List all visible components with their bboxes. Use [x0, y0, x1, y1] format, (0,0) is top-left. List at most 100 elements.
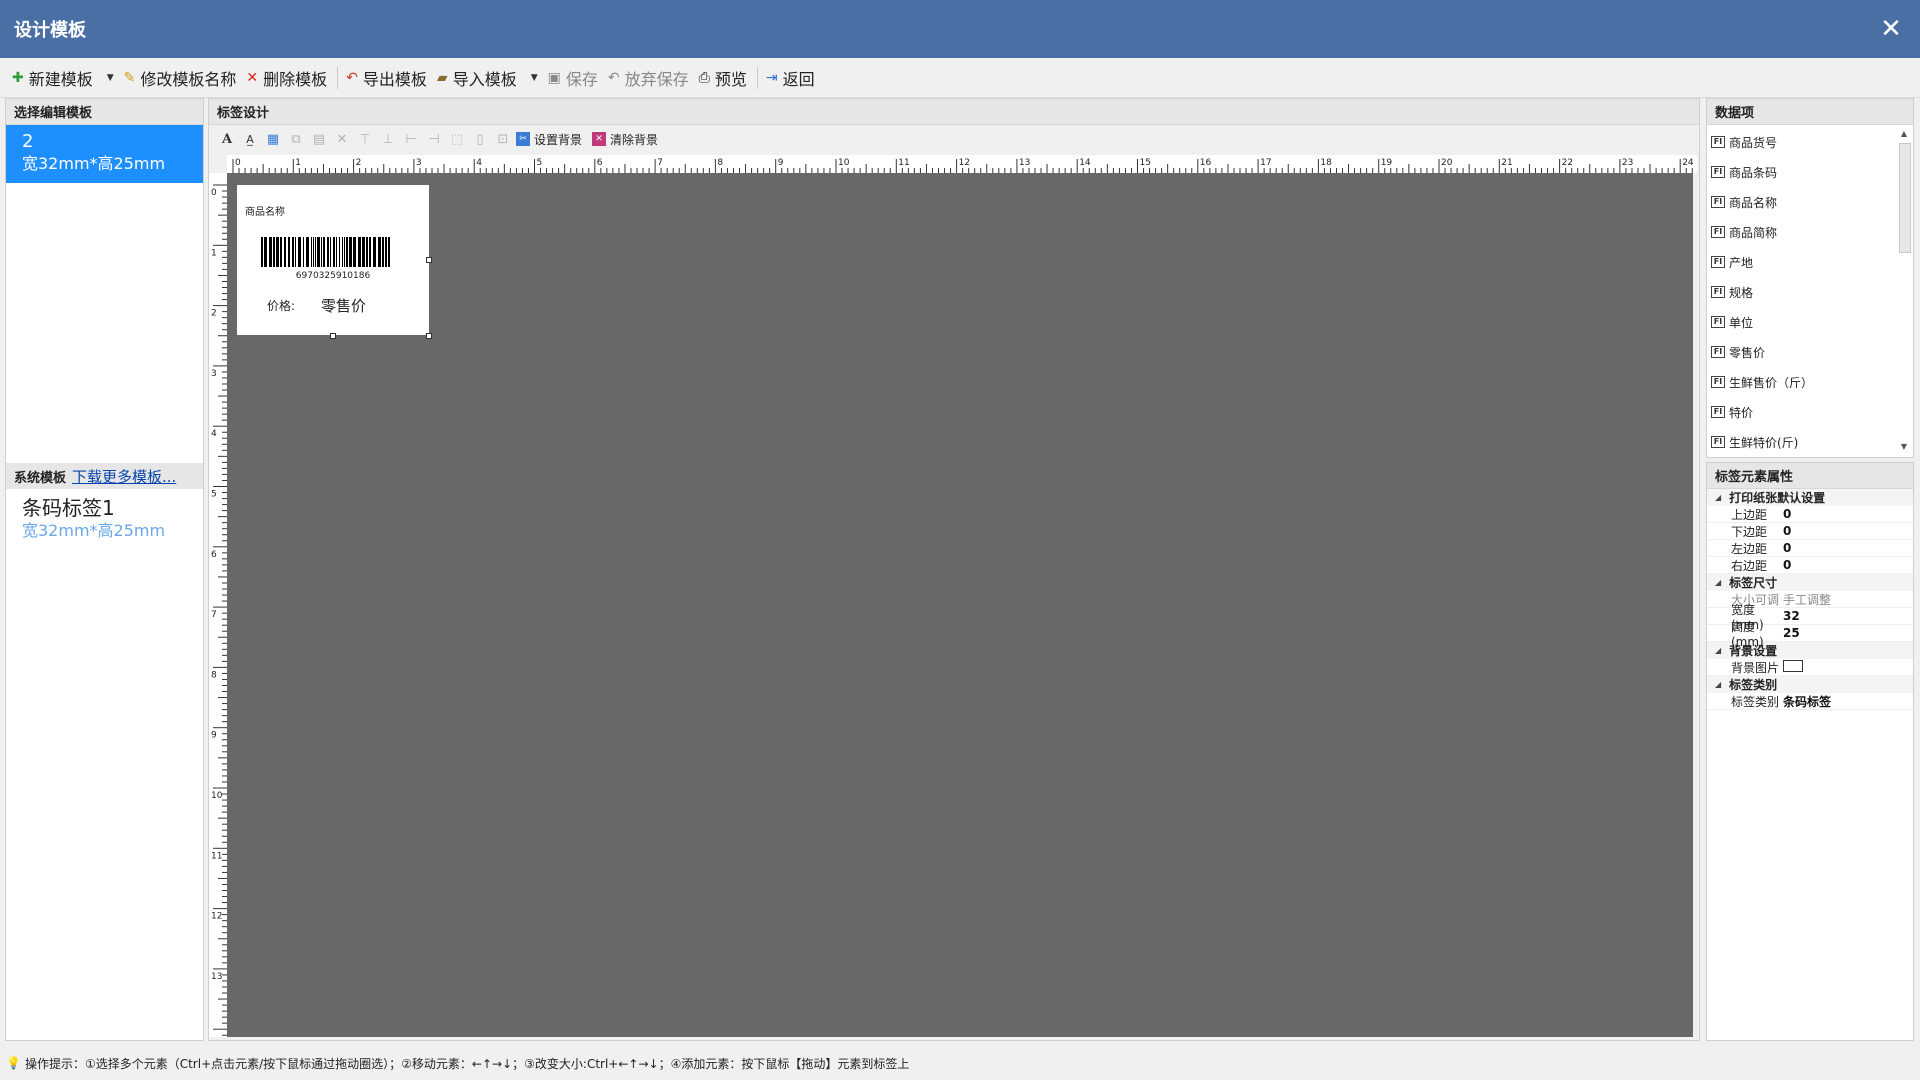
text-style-icon[interactable]: A̲: [240, 129, 260, 149]
collapse-icon[interactable]: ◢: [1715, 578, 1721, 587]
copy-icon[interactable]: ⧉: [286, 129, 306, 149]
label-price-value[interactable]: 零售价: [321, 295, 366, 316]
prop-value[interactable]: 0: [1783, 558, 1913, 572]
same-height-icon[interactable]: ▯: [470, 129, 490, 149]
resize-handle-corner[interactable]: [426, 333, 432, 339]
data-item[interactable]: FI 单位: [1707, 307, 1897, 337]
prop-group-size-label: 标签尺寸: [1729, 576, 1778, 590]
barcode-bar: [284, 237, 286, 267]
prop-group-type[interactable]: ◢ 标签类别: [1707, 676, 1913, 693]
image-tool-icon[interactable]: ▦: [263, 129, 283, 149]
data-item-label: 产地: [1729, 255, 1754, 270]
clear-background-icon: ✕: [592, 132, 607, 146]
collapse-icon[interactable]: ◢: [1715, 493, 1721, 502]
prop-label-type[interactable]: 标签类别 条码标签: [1707, 693, 1913, 710]
data-item[interactable]: FI 零售价: [1707, 337, 1897, 367]
close-icon[interactable]: ✕: [1872, 10, 1910, 48]
prop-value[interactable]: 0: [1783, 507, 1913, 521]
ruler-label: 4: [476, 158, 482, 168]
data-item[interactable]: FI 生鲜售价（斤）: [1707, 367, 1897, 397]
prop-group-paper[interactable]: ◢ 打印纸张默认设置: [1707, 489, 1913, 506]
data-item-label: 生鲜特价(斤): [1729, 435, 1799, 450]
prop-group-size[interactable]: ◢ 标签尺寸: [1707, 574, 1913, 591]
prop-value[interactable]: 25: [1783, 626, 1913, 640]
collapse-icon[interactable]: ◢: [1715, 680, 1721, 689]
barcode-bar: [292, 237, 294, 267]
text-tool-icon[interactable]: A: [217, 129, 237, 149]
scroll-thumb[interactable]: [1899, 143, 1911, 253]
new-template-button[interactable]: ✚ 新建模板: [12, 66, 93, 90]
undo-icon: ↶: [607, 69, 620, 86]
prop-background-image[interactable]: 背景图片: [1707, 659, 1913, 676]
data-item-label: 商品货号: [1729, 135, 1778, 150]
prop-value[interactable]: 条码标签: [1783, 693, 1913, 710]
prop-key: 左边距: [1731, 541, 1768, 556]
return-button[interactable]: ⇥ 返回: [766, 66, 815, 90]
discard-save-button[interactable]: ↶ 放弃保存: [608, 66, 689, 90]
ruler-label: 10: [211, 791, 223, 801]
data-item[interactable]: FI 商品简称: [1707, 217, 1897, 247]
delete-template-button[interactable]: ✕ 删除模板: [246, 66, 327, 90]
label-price-caption[interactable]: 价格:: [267, 297, 295, 314]
data-item[interactable]: FI 规格: [1707, 277, 1897, 307]
field-icon: FI: [1711, 136, 1725, 148]
prop-value[interactable]: 手工调整: [1783, 591, 1913, 608]
scroll-down-icon[interactable]: ▼: [1897, 442, 1911, 454]
align-left-icon[interactable]: ⊢: [401, 129, 421, 149]
resize-handle-right[interactable]: [426, 257, 432, 263]
prop-value[interactable]: 32: [1783, 609, 1913, 623]
clear-background-button[interactable]: ✕ 清除背景: [592, 131, 658, 148]
data-item[interactable]: FI 商品条码: [1707, 157, 1897, 187]
data-item[interactable]: FI 特价: [1707, 397, 1897, 427]
same-size-icon[interactable]: ⊡: [493, 129, 513, 149]
paste-icon[interactable]: ▤: [309, 129, 329, 149]
prop-top-margin[interactable]: 上边距 0: [1707, 506, 1913, 523]
design-canvas[interactable]: 商品名称 6970325910186 价格: 零售价: [227, 173, 1693, 1037]
align-bottom-icon[interactable]: ⊥: [378, 129, 398, 149]
prop-right-margin[interactable]: 右边距 0: [1707, 557, 1913, 574]
label-preview[interactable]: 商品名称 6970325910186 价格: 零售价: [237, 185, 432, 339]
prop-bottom-margin[interactable]: 下边距 0: [1707, 523, 1913, 540]
save-button[interactable]: ▣ 保存: [548, 66, 598, 90]
download-more-templates-link[interactable]: 下载更多模板...: [72, 466, 176, 487]
delete-element-icon[interactable]: ✕: [332, 129, 352, 149]
ruler-label: 23: [1622, 158, 1633, 168]
import-template-button[interactable]: ▰ 导入模板: [437, 66, 517, 90]
label-product-name[interactable]: 商品名称: [245, 203, 285, 218]
barcode-bar: [382, 237, 384, 267]
data-item[interactable]: FI 产地: [1707, 247, 1897, 277]
main-toolbar: ✚ 新建模板 ▼ ✎ 修改模板名称 ✕ 删除模板 ↶ 导出模板 ▰ 导入模板 ▼…: [0, 58, 1920, 98]
import-dropdown-arrow-icon[interactable]: ▼: [531, 73, 538, 83]
prop-left-margin[interactable]: 左边距 0: [1707, 540, 1913, 557]
resize-handle-bottom[interactable]: [330, 333, 336, 339]
background-image-swatch[interactable]: [1783, 659, 1803, 672]
rename-template-button[interactable]: ✎ 修改模板名称: [124, 66, 237, 90]
barcode-bar: [388, 237, 390, 267]
ruler-label: 2: [356, 158, 362, 168]
new-dropdown-arrow-icon[interactable]: ▼: [107, 73, 114, 83]
selected-template-item[interactable]: 2 宽32mm*高25mm: [6, 125, 203, 183]
system-template-name: 条码标签1: [22, 496, 115, 520]
prop-value[interactable]: 0: [1783, 524, 1913, 538]
barcode-bar: [373, 237, 376, 267]
align-top-icon[interactable]: ⊤: [355, 129, 375, 149]
data-item[interactable]: FI 商品货号: [1707, 127, 1897, 157]
same-width-icon[interactable]: ⬚: [447, 129, 467, 149]
label-barcode-number[interactable]: 6970325910186: [237, 271, 429, 281]
data-item[interactable]: FI 生鲜特价(斤): [1707, 427, 1897, 457]
prop-value[interactable]: 0: [1783, 541, 1913, 555]
export-template-button[interactable]: ↶ 导出模板: [346, 66, 427, 90]
collapse-icon[interactable]: ◢: [1715, 646, 1721, 655]
system-template-item[interactable]: 条码标签1 宽32mm*高25mm: [6, 491, 203, 547]
data-items-scrollbar[interactable]: ▲ ▼: [1897, 129, 1911, 454]
label-barcode[interactable]: [261, 237, 391, 267]
scroll-up-icon[interactable]: ▲: [1897, 129, 1911, 141]
preview-button[interactable]: ⎙ 预览: [699, 66, 747, 90]
align-right-icon[interactable]: ⊣: [424, 129, 444, 149]
prop-group-background[interactable]: ◢ 背景设置: [1707, 642, 1913, 659]
barcode-bar: [339, 237, 340, 267]
barcode-bar: [346, 237, 348, 267]
data-item[interactable]: FI 商品名称: [1707, 187, 1897, 217]
prop-height[interactable]: 高度(mm) 25: [1707, 620, 1913, 649]
set-background-button[interactable]: ✂ 设置背景: [516, 131, 582, 148]
